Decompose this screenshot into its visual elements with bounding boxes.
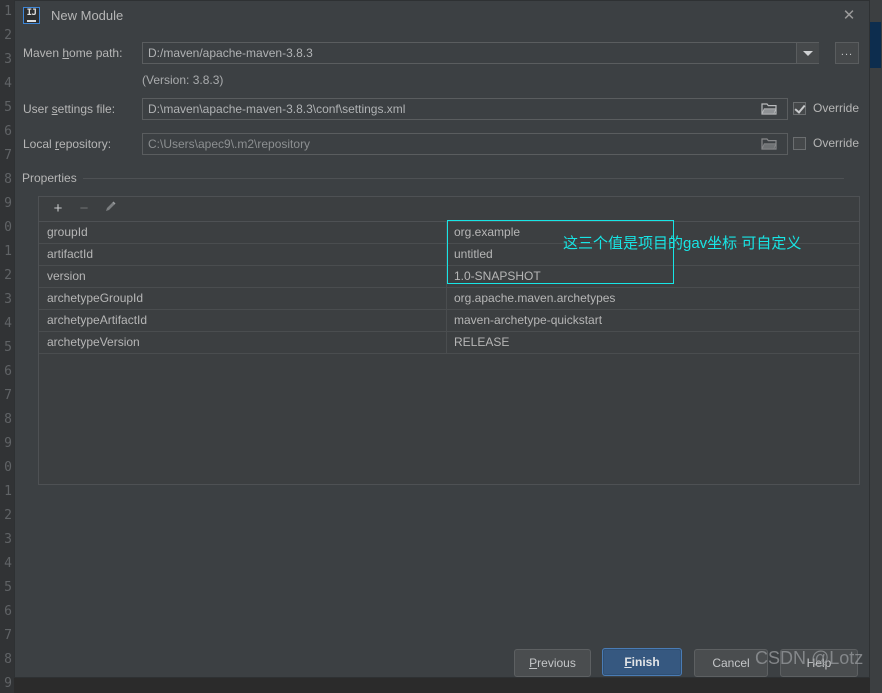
property-value-cell[interactable]: RELEASE: [447, 332, 859, 353]
editor-scrollbar-thumb[interactable]: [870, 22, 881, 68]
properties-table-panel: + − groupId org.example artifactId untitled…: [38, 196, 860, 485]
chevron-down-icon[interactable]: [796, 43, 819, 63]
editor-line-number: 4: [4, 556, 12, 571]
editor-line-number: 8: [4, 172, 12, 187]
editor-line-number: 7: [4, 388, 12, 403]
checkbox-box[interactable]: [793, 136, 806, 150]
properties-table-body: groupId org.example artifactId untitled vers…: [39, 222, 859, 354]
property-value-cell[interactable]: untitled: [447, 244, 859, 265]
table-row[interactable]: archetypeVersion RELEASE: [39, 332, 859, 354]
editor-line-number: 1: [4, 484, 12, 499]
editor-line-number: 2: [4, 268, 12, 283]
checkbox-box[interactable]: [793, 101, 806, 115]
property-value-cell[interactable]: maven-archetype-quickstart: [447, 310, 859, 331]
properties-table-toolbar: + −: [39, 197, 859, 222]
cancel-button[interactable]: Cancel: [694, 649, 768, 677]
dialog-title: New Module: [51, 8, 124, 23]
editor-line-number: 4: [4, 76, 12, 91]
editor-line-number: 3: [4, 292, 12, 307]
editor-line-number: 5: [4, 100, 12, 115]
editor-line-number: 7: [4, 628, 12, 643]
table-row[interactable]: groupId org.example: [39, 222, 859, 244]
property-key-cell[interactable]: groupId: [39, 222, 447, 243]
property-value-cell[interactable]: 1.0-SNAPSHOT: [447, 266, 859, 287]
editor-line-number: 9: [4, 196, 12, 211]
editor-line-number: 6: [4, 124, 12, 139]
maven-home-path-input[interactable]: D:/maven/apache-maven-3.8.3: [142, 42, 819, 64]
editor-line-number: 2: [4, 28, 12, 43]
editor-line-number: 2: [4, 508, 12, 523]
local-repository-override-label: Override: [813, 136, 860, 150]
previous-button[interactable]: Previous: [514, 649, 591, 677]
editor-line-number: 8: [4, 652, 12, 667]
user-settings-override-label: Override: [813, 101, 860, 115]
property-key-cell[interactable]: version: [39, 266, 447, 287]
properties-group-separator: [22, 178, 844, 179]
property-key-cell[interactable]: archetypeGroupId: [39, 288, 447, 309]
property-key-cell[interactable]: archetypeVersion: [39, 332, 447, 353]
editor-line-number: 9: [4, 436, 12, 451]
property-key-cell[interactable]: artifactId: [39, 244, 447, 265]
table-row[interactable]: archetypeGroupId org.apache.maven.archety…: [39, 288, 859, 310]
editor-scrollbar[interactable]: [870, 0, 882, 693]
help-button[interactable]: Help: [780, 649, 858, 677]
editor-line-number: 4: [4, 316, 12, 331]
editor-line-number: 6: [4, 604, 12, 619]
property-key-cell[interactable]: archetypeArtifactId: [39, 310, 447, 331]
editor-line-number: 8: [4, 412, 12, 427]
maven-home-path-label: Maven home path:: [23, 46, 123, 60]
editor-line-number: 5: [4, 580, 12, 595]
editor-line-number: 3: [4, 52, 12, 67]
property-value-cell[interactable]: org.apache.maven.archetypes: [447, 288, 859, 309]
user-settings-file-input[interactable]: D:\maven\apache-maven-3.8.3\conf\setting…: [142, 98, 788, 120]
local-repository-label: Local repository:: [23, 137, 112, 151]
editor-line-number: 7: [4, 148, 12, 163]
editor-line-number: 5: [4, 340, 12, 355]
dialog-titlebar: IJ New Module ✕: [15, 1, 869, 31]
local-repository-override-checkbox[interactable]: Override: [793, 136, 859, 150]
local-repository-input[interactable]: C:\Users\apec9\.m2\repository: [142, 133, 788, 155]
table-row[interactable]: artifactId untitled: [39, 244, 859, 266]
properties-group-label: Properties: [22, 171, 83, 185]
pencil-icon: [101, 200, 119, 218]
user-settings-override-checkbox[interactable]: Override: [793, 101, 859, 115]
editor-line-number: 6: [4, 364, 12, 379]
intellij-idea-icon: IJ: [23, 7, 40, 24]
table-row[interactable]: archetypeArtifactId maven-archetype-quick…: [39, 310, 859, 332]
editor-line-number-gutter: 1 2 3 4 5 6 7 8 9 0 1 2 3 4 5 6 7 8 9 0 1 2 3 4 5 6 7 8 9: [0, 0, 14, 693]
close-icon[interactable]: ✕: [837, 5, 861, 27]
finish-button[interactable]: Finish: [602, 648, 682, 676]
folder-icon[interactable]: [756, 99, 782, 119]
maven-version-note: (Version: 3.8.3): [142, 73, 224, 87]
add-icon[interactable]: +: [49, 200, 67, 218]
user-settings-file-label: User settings file:: [23, 102, 116, 116]
editor-line-number: 0: [4, 460, 12, 475]
maven-home-browse-button[interactable]: ...: [835, 42, 859, 64]
property-value-cell[interactable]: org.example: [447, 222, 859, 243]
table-row[interactable]: version 1.0-SNAPSHOT: [39, 266, 859, 288]
editor-line-number: 3: [4, 532, 12, 547]
editor-line-number: 9: [4, 676, 12, 691]
editor-line-number: 1: [4, 244, 12, 259]
folder-icon[interactable]: [756, 134, 782, 154]
remove-icon: −: [79, 200, 89, 217]
editor-line-number: 0: [4, 220, 12, 235]
editor-line-number: 1: [4, 4, 12, 19]
